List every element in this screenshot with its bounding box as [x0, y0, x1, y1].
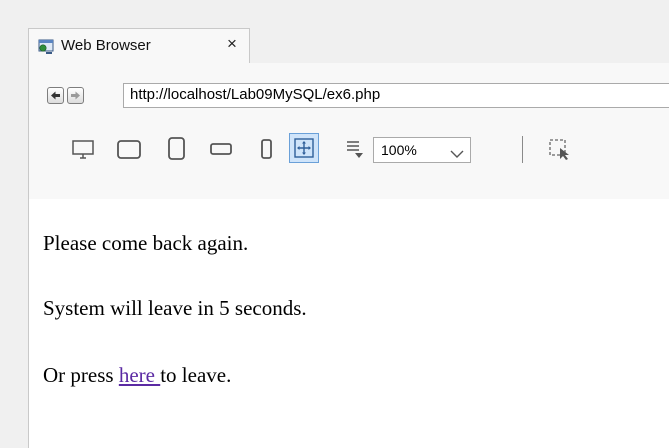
browser-toolbar: http://localhost/Lab09MySQL/ex6.php 100% — [28, 63, 669, 199]
phone-icon — [261, 139, 272, 159]
fit-to-window-icon — [294, 138, 314, 158]
web-browser-icon — [38, 39, 54, 55]
toolbar-separator — [522, 136, 523, 163]
line-3-prefix: Or press — [43, 363, 119, 387]
forward-arrow-icon — [71, 91, 80, 100]
tab-title: Web Browser — [61, 37, 151, 54]
tablet-landscape-icon — [210, 143, 232, 155]
fit-to-window-button[interactable] — [289, 133, 319, 163]
page-content: Please come back again. System will leav… — [28, 199, 669, 448]
tablet-landscape-view-button[interactable] — [207, 135, 235, 163]
back-button[interactable] — [47, 87, 64, 104]
forward-button[interactable] — [67, 87, 84, 104]
zoom-list-icon — [347, 141, 363, 158]
zoom-select[interactable]: 100% — [373, 137, 471, 163]
inspect-button[interactable] — [545, 135, 573, 163]
tablet-icon — [168, 137, 185, 160]
inspect-icon — [549, 139, 569, 160]
laptop-icon — [117, 140, 141, 159]
zoom-list-button[interactable] — [343, 135, 371, 163]
phone-view-button[interactable] — [253, 135, 281, 163]
message-line-3: Or press here to leave. — [43, 363, 231, 388]
desktop-icon — [72, 140, 94, 159]
zoom-value: 100% — [381, 142, 417, 158]
tab-strip: Web Browser × — [0, 0, 669, 64]
chevron-down-icon — [450, 146, 464, 162]
desktop-view-button[interactable] — [69, 135, 97, 163]
here-link[interactable]: here — [119, 363, 160, 387]
message-line-1: Please come back again. — [43, 231, 249, 255]
message-line-2: System will leave in 5 seconds. — [43, 296, 307, 320]
back-arrow-icon — [51, 91, 60, 100]
url-input[interactable]: http://localhost/Lab09MySQL/ex6.php — [123, 83, 669, 108]
laptop-view-button[interactable] — [115, 135, 143, 163]
tab-web-browser[interactable]: Web Browser × — [28, 28, 250, 64]
tablet-view-button[interactable] — [163, 135, 191, 163]
tab-close-button[interactable]: × — [227, 34, 237, 54]
line-3-suffix: to leave. — [160, 363, 232, 387]
